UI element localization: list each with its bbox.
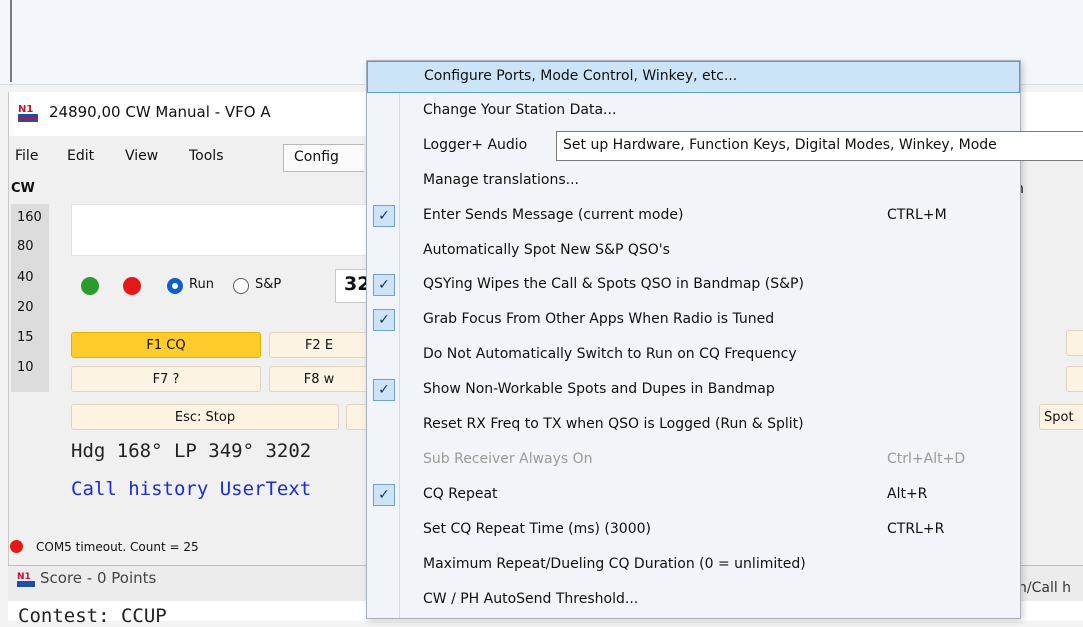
- tooltip-text: Set up Hardware, Function Keys, Digital …: [563, 137, 997, 153]
- menu-item[interactable]: Do Not Automatically Switch to Run on CQ…: [367, 340, 1020, 372]
- call-history-info: Call history UserText: [71, 478, 312, 500]
- menu-item[interactable]: ✓ Grab Focus From Other Apps When Radio i…: [367, 305, 1020, 337]
- mode-label: CW: [11, 181, 35, 196]
- green-status-lamp: [81, 277, 99, 295]
- menu-item-shortcut: CTRL+R: [887, 520, 945, 537]
- menu-item-label: Show Non-Workable Spots and Dupes in Ban…: [423, 381, 775, 398]
- menu-item-label: Set CQ Repeat Time (ms) (3000): [423, 520, 651, 537]
- menu-item-label: Maximum Repeat/Dueling CQ Duration (0 = …: [423, 555, 806, 572]
- menu-item-shortcut: CTRL+M: [887, 206, 947, 223]
- checkmark-icon: ✓: [373, 309, 395, 332]
- menu-item-label: Automatically Spot New S&P QSO's: [423, 241, 670, 258]
- menu-item-label: CW / PH AutoSend Threshold...: [423, 590, 639, 607]
- menu-item-label: Manage translations...: [423, 171, 579, 188]
- svg-text:N1: N1: [17, 572, 31, 582]
- contest-line: Contest: CCUP: [18, 605, 167, 627]
- app-logo-icon: N1: [17, 101, 39, 123]
- band-10[interactable]: 10: [17, 360, 34, 375]
- status-text: COM5 timeout. Count = 25: [36, 540, 199, 554]
- band-40[interactable]: 40: [17, 270, 34, 285]
- menu-item-label: CQ Repeat: [423, 485, 498, 502]
- menu-item[interactable]: Reset RX Freq to TX when QSO is Logged (…: [367, 410, 1020, 442]
- checkmark-icon: ✓: [373, 204, 395, 227]
- f8-label: F8 w: [303, 372, 335, 387]
- score-title: Score - 0 Points: [40, 569, 157, 587]
- f2-label: F2 E: [304, 338, 334, 353]
- svg-text:N1: N1: [18, 104, 33, 115]
- right-button-1[interactable]: [1066, 330, 1083, 356]
- checkmark-icon: ✓: [373, 483, 395, 506]
- window-title: 24890,00 CW Manual - VFO A: [49, 103, 271, 121]
- status-error-icon: [10, 540, 23, 553]
- menu-item[interactable]: Automatically Spot New S&P QSO's: [367, 236, 1020, 268]
- menu-item[interactable]: ✓ Show Non-Workable Spots and Dupes in Ba…: [367, 375, 1020, 407]
- band-20[interactable]: 20: [17, 300, 34, 315]
- menu-tools[interactable]: Tools: [189, 148, 224, 164]
- callsign-input[interactable]: [71, 204, 373, 256]
- spot-label: Spot: [1044, 410, 1074, 425]
- f7-button[interactable]: F7 ?: [71, 366, 261, 392]
- run-label: Run: [189, 277, 214, 292]
- red-status-lamp: [123, 277, 141, 295]
- band-15[interactable]: 15: [17, 330, 34, 345]
- menu-item-label: Grab Focus From Other Apps When Radio is…: [423, 311, 775, 328]
- menu-item-label: Do Not Automatically Switch to Run on CQ…: [423, 346, 797, 363]
- f1-label: F1 CQ: [146, 338, 186, 353]
- sp-radio[interactable]: [233, 278, 249, 294]
- menu-item-shortcut: Alt+R: [887, 485, 928, 502]
- call-history-tab[interactable]: h/Call h: [1018, 580, 1071, 596]
- window-edge: [10, 0, 12, 82]
- esc-stop-button[interactable]: Esc: Stop: [71, 404, 339, 430]
- menu-item-label: Change Your Station Data...: [423, 101, 617, 118]
- right-button-2[interactable]: [1066, 366, 1083, 392]
- checkmark-icon: ✓: [373, 274, 395, 297]
- menu-item-label: Sub Receiver Always On: [423, 450, 593, 467]
- menu-item-shortcut: Ctrl+Alt+D: [887, 450, 966, 467]
- menu-item[interactable]: Set CQ Repeat Time (ms) (3000) CTRL+R: [367, 515, 1020, 547]
- menu-item[interactable]: Change Your Station Data...: [367, 96, 1020, 128]
- checkmark-icon: ✓: [373, 379, 395, 402]
- sp-label: S&P: [255, 277, 282, 292]
- menu-item[interactable]: ✓ QSYing Wipes the Call & Spots QSO in Ba…: [367, 270, 1020, 302]
- f1-cq-button[interactable]: F1 CQ: [71, 332, 261, 358]
- esc-label: Esc: Stop: [174, 410, 236, 425]
- menu-file[interactable]: File: [15, 148, 38, 164]
- menu-edit[interactable]: Edit: [67, 148, 94, 164]
- band-80[interactable]: 80: [17, 239, 34, 254]
- menu-item[interactable]: ✓ Enter Sends Message (current mode) CTRL+…: [367, 201, 1020, 233]
- band-selector: 160 80 40 20 15 10: [11, 204, 49, 392]
- f2-button[interactable]: F2 E: [269, 332, 369, 358]
- spot-button[interactable]: Spot: [1039, 404, 1083, 430]
- menu-item[interactable]: ✓ CQ Repeat Alt+R: [367, 480, 1020, 512]
- menu-item[interactable]: Manage translations...: [367, 166, 1020, 198]
- menu-item: Sub Receiver Always On Ctrl+Alt+D: [367, 445, 1020, 477]
- menu-item-label: QSYing Wipes the Call & Spots QSO in Ban…: [423, 276, 804, 293]
- f8-button[interactable]: F8 w: [269, 366, 369, 392]
- menu-item-label: Logger+ Audio: [423, 136, 528, 153]
- tooltip: Set up Hardware, Function Keys, Digital …: [556, 131, 1083, 161]
- heading-info: Hdg 168° LP 349° 3202: [71, 440, 312, 462]
- menu-item[interactable]: Configure Ports, Mode Control, Winkey, e…: [367, 61, 1020, 93]
- menu-item[interactable]: Maximum Repeat/Dueling CQ Duration (0 = …: [367, 550, 1020, 582]
- menu-view[interactable]: View: [125, 148, 158, 164]
- menu-item-label: Enter Sends Message (current mode): [423, 206, 684, 223]
- f7-label: F7 ?: [152, 372, 180, 387]
- app-logo-icon: N1: [17, 572, 35, 587]
- menu-item-label: Reset RX Freq to TX when QSO is Logged (…: [423, 416, 804, 432]
- menu-item-label: Configure Ports, Mode Control, Winkey, e…: [424, 68, 738, 84]
- menu-item[interactable]: CW / PH AutoSend Threshold...: [367, 585, 1020, 617]
- menu-config-label: Config: [294, 149, 339, 165]
- menu-config[interactable]: Config: [283, 144, 364, 172]
- band-160[interactable]: 160: [17, 210, 42, 225]
- run-radio[interactable]: [167, 278, 183, 294]
